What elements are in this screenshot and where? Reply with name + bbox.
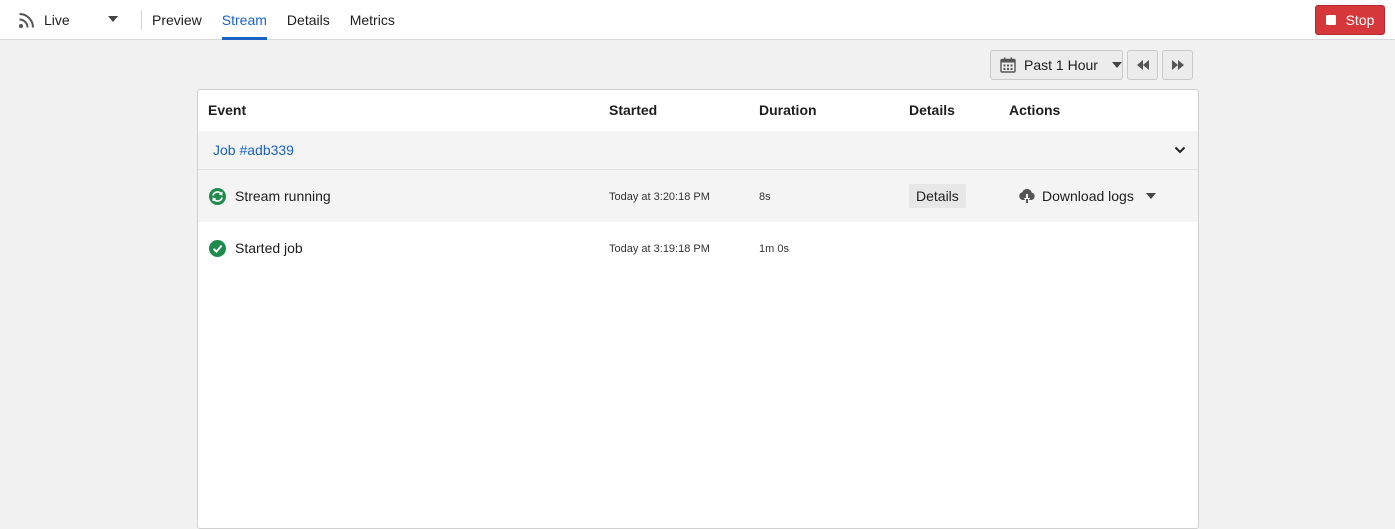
fast-forward-icon [1171,60,1184,70]
event-name: Started job [235,240,303,256]
time-range-label: Past 1 Hour [1024,57,1098,73]
event-duration: 1m 0s [759,243,789,255]
sync-running-icon [209,188,226,205]
tab-preview[interactable]: Preview [152,0,202,39]
event-name: Stream running [235,188,331,204]
live-mode-label: Live [44,11,70,28]
tab-metrics[interactable]: Metrics [350,0,395,39]
download-logs-label: Download logs [1042,188,1134,204]
stop-button[interactable]: Stop [1315,5,1385,35]
chevron-down-icon[interactable] [1145,193,1156,199]
time-range-dropdown[interactable]: Past 1 Hour [990,50,1123,80]
table-row: Started job Today at 3:19:18 PM 1m 0s [198,222,1198,274]
rewind-button[interactable] [1127,50,1158,80]
divider [141,10,142,30]
live-mode-dropdown[interactable]: Live [18,0,128,39]
rewind-icon [1136,60,1149,70]
job-group-row[interactable]: Job #adb339 [198,131,1198,170]
column-header-details: Details [909,102,955,118]
chevron-down-icon [1111,62,1122,68]
calendar-icon [1000,57,1016,73]
chevron-down-icon [108,16,118,22]
stop-icon [1325,15,1336,25]
events-panel: Event Started Duration Details Actions J… [197,89,1199,529]
download-logs-button[interactable]: Download logs [1018,170,1156,222]
column-header-event: Event [208,102,247,118]
top-bar: Live Preview Stream Details Metrics Stop [0,0,1395,40]
check-circle-icon [209,240,226,257]
column-header-duration: Duration [759,102,817,118]
tab-details[interactable]: Details [287,0,330,39]
event-started: Today at 3:19:18 PM [609,243,710,255]
event-duration: 8s [759,191,771,203]
table-header: Event Started Duration Details Actions [198,90,1198,132]
view-tabs: Preview Stream Details Metrics [152,0,415,40]
job-link[interactable]: Job #adb339 [213,131,294,169]
tab-stream[interactable]: Stream [221,0,268,40]
cloud-download-icon [1019,188,1035,203]
fast-forward-button[interactable] [1162,50,1193,80]
rss-feed-icon [19,12,34,28]
chevron-down-icon[interactable] [1174,144,1186,156]
table-row: Stream running Today at 3:20:18 PM 8s De… [198,170,1198,222]
event-started: Today at 3:20:18 PM [609,191,710,203]
column-header-started: Started [609,102,658,118]
details-button[interactable]: Details [909,184,966,208]
stop-button-label: Stop [1345,12,1375,28]
column-header-actions: Actions [1009,102,1061,118]
